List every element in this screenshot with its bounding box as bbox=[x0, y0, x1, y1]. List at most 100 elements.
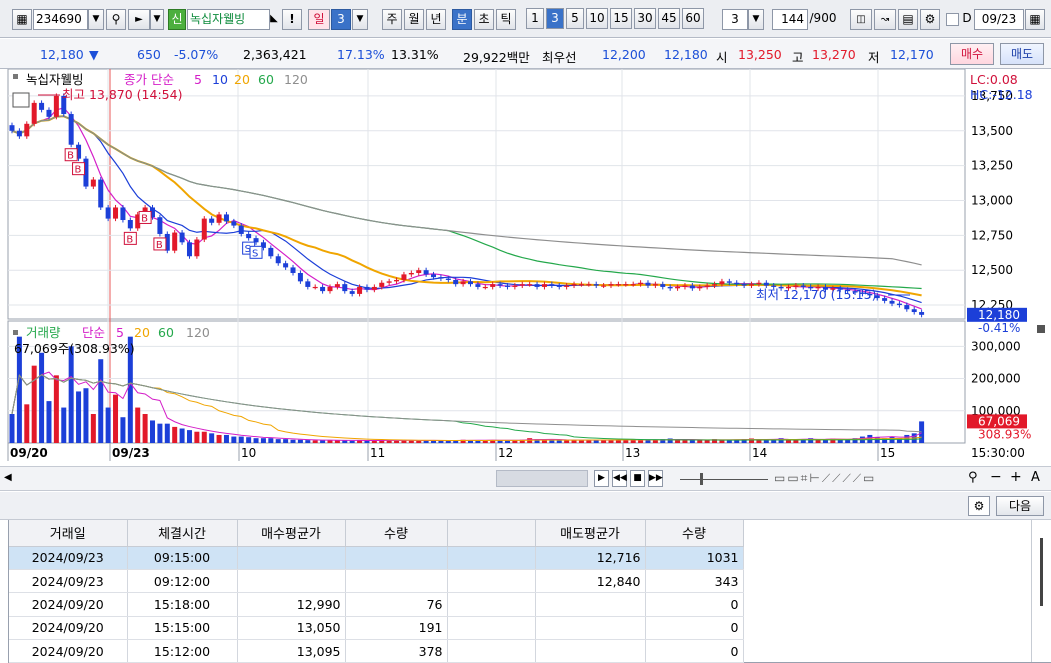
interval-button-5[interactable]: 5 bbox=[566, 8, 584, 29]
panel-collapse-icon[interactable] bbox=[1037, 325, 1045, 333]
interval-button-15[interactable]: 15 bbox=[610, 8, 632, 29]
candle-body bbox=[623, 284, 629, 286]
price-ma-period: 60 bbox=[258, 72, 274, 87]
interval-dropdown-icon[interactable]: ▼ bbox=[748, 9, 764, 30]
period-month-button[interactable]: 월 bbox=[404, 9, 424, 30]
zoom-icon[interactable]: ⚲ bbox=[968, 470, 978, 485]
alert-button[interactable]: ! bbox=[282, 9, 302, 30]
volume-bar bbox=[164, 423, 170, 443]
volume-bar bbox=[416, 440, 422, 443]
code-dropdown-icon[interactable]: ▼ bbox=[88, 9, 104, 30]
stock-code-input[interactable]: 234690 bbox=[33, 9, 88, 30]
period-day-button[interactable]: 일 bbox=[308, 9, 330, 30]
table-row[interactable]: 2024/09/20 15:15:00 13,050 191 0 bbox=[9, 616, 744, 641]
forward-icon[interactable]: ▶▶ bbox=[648, 470, 663, 487]
volume-bar bbox=[61, 407, 67, 443]
count-input[interactable]: 144 bbox=[772, 9, 808, 30]
interval-button-45[interactable]: 45 bbox=[658, 8, 680, 29]
panel-menu-icon[interactable] bbox=[12, 92, 30, 108]
table-cell: 1031 bbox=[645, 546, 744, 570]
speaker-icon[interactable]: ► bbox=[128, 9, 150, 30]
speaker-dropdown-icon[interactable]: ▼ bbox=[150, 9, 164, 30]
trade-marker-label: S bbox=[252, 248, 258, 259]
table-cell: 12,840 bbox=[535, 569, 646, 594]
zoom-out-icon[interactable]: − bbox=[990, 469, 1002, 485]
stock-name[interactable]: 녹십자웰빙 bbox=[187, 9, 270, 30]
period-year-button[interactable]: 년 bbox=[426, 9, 446, 30]
period-tick-button[interactable]: 틱 bbox=[496, 9, 516, 30]
period-minute-button[interactable]: 분 bbox=[452, 9, 472, 30]
interval-button-10[interactable]: 10 bbox=[586, 8, 608, 29]
candle-body bbox=[105, 207, 111, 219]
candle-body bbox=[31, 102, 37, 124]
draw-tool-icon[interactable]: ↝ bbox=[874, 9, 896, 30]
period-second-button[interactable]: 초 bbox=[474, 9, 494, 30]
chart-scrollbar[interactable]: ◀ ▶ ◀◀ ■ ▶▶ ▭▭⌗⊢⟋⟋⟋⟋▭ ⚲ − + A bbox=[0, 466, 1051, 491]
candle-body bbox=[660, 284, 666, 287]
column-header-6[interactable]: 수량 bbox=[645, 520, 744, 547]
candle-body bbox=[357, 286, 363, 294]
name-arrow-icon[interactable]: ◣ bbox=[270, 9, 278, 30]
volume-ma-period: 60 bbox=[158, 325, 174, 340]
period-day-n[interactable]: 3 bbox=[331, 9, 351, 30]
column-header-4[interactable] bbox=[447, 520, 536, 547]
date-input[interactable]: 09/23 bbox=[974, 9, 1024, 30]
open-label: 시 bbox=[716, 50, 728, 65]
column-header-1[interactable]: 체결시간 bbox=[127, 520, 238, 547]
stop-icon[interactable]: ■ bbox=[630, 470, 645, 487]
interval-input[interactable]: 3 bbox=[722, 9, 748, 30]
volume-bar bbox=[223, 434, 229, 443]
font-size-icon[interactable]: A bbox=[1031, 470, 1040, 485]
candle-body bbox=[16, 130, 22, 137]
candle-body bbox=[157, 217, 163, 234]
volume-bar bbox=[53, 375, 59, 443]
zoom-slider-thumb[interactable] bbox=[700, 473, 703, 485]
calendar-icon[interactable]: ▦ bbox=[1025, 9, 1045, 30]
candle-body bbox=[438, 277, 444, 279]
table-row[interactable]: 2024/09/20 15:18:00 12,990 76 0 bbox=[9, 592, 744, 617]
count-max: /900 bbox=[809, 11, 837, 25]
price-ma-period: 10 bbox=[212, 72, 228, 87]
screen-menu-icon[interactable]: ▦ bbox=[12, 9, 32, 30]
interval-button-30[interactable]: 30 bbox=[634, 8, 656, 29]
volume-panel-title: 거래량 bbox=[26, 325, 61, 340]
buy-button[interactable]: 매수 bbox=[950, 43, 994, 65]
gear-icon[interactable]: ⚙ bbox=[920, 9, 940, 30]
table-row[interactable]: 2024/09/23 09:12:00 12,840 343 bbox=[9, 569, 744, 594]
scroll-thumb[interactable] bbox=[496, 470, 588, 487]
period-day-dropdown-icon[interactable]: ▼ bbox=[352, 9, 368, 30]
volume-bar bbox=[157, 423, 163, 443]
zoom-slider[interactable] bbox=[680, 479, 768, 480]
column-header-3[interactable]: 수량 bbox=[345, 520, 448, 547]
next-button[interactable]: 다음 bbox=[996, 496, 1044, 516]
volume-tick-label: 300,000 bbox=[971, 339, 1021, 353]
zoom-in-icon[interactable]: + bbox=[1010, 469, 1022, 485]
scroll-left-icon[interactable]: ◀ bbox=[4, 472, 12, 483]
column-header-0[interactable]: 거래일 bbox=[9, 520, 128, 547]
date-checkbox[interactable] bbox=[946, 13, 959, 26]
chart-tools-icon[interactable]: ▭▭⌗⊢⟋⟋⟋⟋▭ bbox=[774, 471, 876, 486]
lc-label: LC:0.08 bbox=[970, 72, 1018, 87]
grid-gear-icon[interactable]: ⚙ bbox=[968, 496, 990, 516]
table-row[interactable]: 2024/09/23 09:15:00 12,716 1031 bbox=[9, 546, 744, 570]
candle-body bbox=[408, 272, 414, 275]
price-chart[interactable]: 13,75013,50013,25013,00012,75012,50012,2… bbox=[0, 69, 1051, 464]
candle-body bbox=[371, 286, 377, 290]
interval-button-3[interactable]: 3 bbox=[546, 8, 564, 29]
candle-body bbox=[53, 95, 59, 117]
play-icon[interactable]: ▶ bbox=[594, 470, 609, 487]
search-icon[interactable]: ⚲ bbox=[106, 9, 126, 30]
column-header-2[interactable]: 매수평균가 bbox=[237, 520, 346, 547]
rewind-icon[interactable]: ◀◀ bbox=[612, 470, 627, 487]
vertical-scrollbar[interactable] bbox=[1031, 520, 1051, 662]
save-icon[interactable]: ▤ bbox=[898, 9, 918, 30]
column-header-5[interactable]: 매도평균가 bbox=[535, 520, 646, 547]
chart-tool-icon[interactable]: ◫ bbox=[850, 9, 872, 30]
candle-body bbox=[675, 286, 681, 289]
interval-button-1[interactable]: 1 bbox=[526, 8, 544, 29]
period-week-button[interactable]: 주 bbox=[382, 9, 402, 30]
table-row[interactable]: 2024/09/20 15:12:00 13,095 378 0 bbox=[9, 639, 744, 663]
scroll-thumb-vertical[interactable] bbox=[1040, 538, 1043, 606]
sell-button[interactable]: 매도 bbox=[1000, 43, 1044, 65]
interval-button-60[interactable]: 60 bbox=[682, 8, 704, 29]
